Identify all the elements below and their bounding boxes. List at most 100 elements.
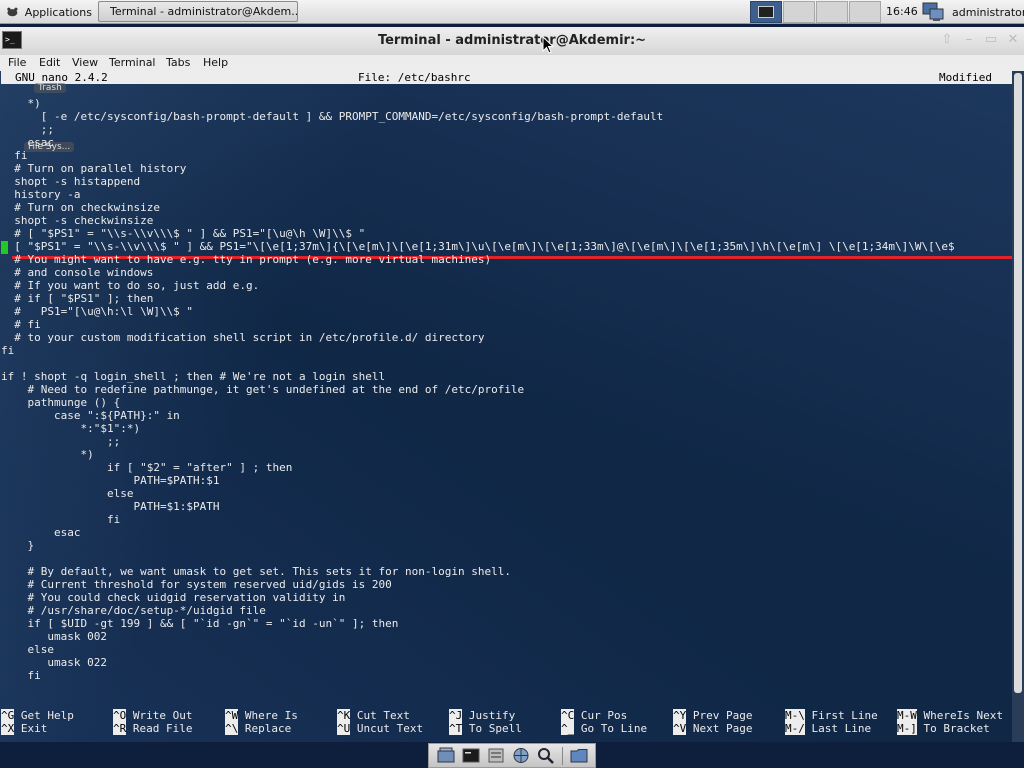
shortcut-cur-pos[interactable]: ^C Cur Pos xyxy=(561,709,627,722)
shortcut-label: Go To Line xyxy=(580,722,648,735)
shortcut-key: ^T xyxy=(449,722,463,735)
shortcut-key: ^C xyxy=(561,709,575,722)
shortcut-first-line[interactable]: M-\ First Line xyxy=(785,709,878,722)
editor-line: ;; xyxy=(1,435,121,448)
editor-line: # By default, we want umask to get set. … xyxy=(1,565,511,578)
window-minimize-button[interactable]: – xyxy=(962,33,976,47)
terminal-area[interactable]: GNU nano 2.4.2 File: /etc/bashrc Modifie… xyxy=(0,71,1024,742)
search-icon[interactable] xyxy=(537,747,555,764)
shortcut-key: M-/ xyxy=(785,722,805,735)
editor-line: pathmunge () { xyxy=(1,396,121,409)
editor-line: if [ "$2" = "after" ] ; then xyxy=(1,461,293,474)
window-shade-button[interactable]: ⇧ xyxy=(940,33,954,47)
editor-line: PATH=$PATH:$1 xyxy=(1,474,220,487)
shortcut-key: ^U xyxy=(337,722,351,735)
editor-line: # You could check uidgid reservation val… xyxy=(1,591,346,604)
editor-line: umask 002 xyxy=(1,630,107,643)
user-name: administrator xyxy=(952,5,1024,19)
shortcut-label: Read File xyxy=(132,722,193,735)
editor-line: # Turn on checkwinsize xyxy=(1,201,160,214)
scrollbar-thumb[interactable] xyxy=(1014,73,1022,693)
shortcut-prev-page[interactable]: ^Y Prev Page xyxy=(673,709,752,722)
editor-line: } xyxy=(1,539,35,552)
shortcut-key: ^G xyxy=(1,709,15,722)
shortcut-to-bracket[interactable]: M-] To Bracket xyxy=(897,722,990,735)
shortcut-key: ^O xyxy=(113,709,127,722)
applications-menu[interactable]: Applications xyxy=(2,1,92,23)
shortcut-read-file[interactable]: ^R Read File xyxy=(113,722,192,735)
bottom-dock xyxy=(428,743,596,768)
shortcut-exit[interactable]: ^X Exit xyxy=(1,722,47,735)
window-close-button[interactable]: ✕ xyxy=(1006,33,1020,47)
shortcut-key: ^V xyxy=(673,722,687,735)
shortcut-whereis-next[interactable]: M-W WhereIs Next xyxy=(897,709,1003,722)
shortcut-replace[interactable]: ^\ Replace xyxy=(225,722,291,735)
shortcut-key: ^J xyxy=(449,709,463,722)
menu-terminal[interactable]: Terminal xyxy=(109,56,156,69)
editor-line: fi xyxy=(1,149,28,162)
window-titlebar[interactable]: >_ Terminal - administrator@Akdemir:~ ⇧ … xyxy=(0,27,1024,55)
shortcut-key: ^R xyxy=(113,722,127,735)
editor-line: # [ "$PS1" = "\\s-\\v\\\$ " ] && PS1="[\… xyxy=(1,227,366,240)
editor-line: # You might want to have e.g. tty in pro… xyxy=(1,253,492,266)
clock[interactable]: 16:46 xyxy=(886,5,918,18)
shortcut-label: Uncut Text xyxy=(356,722,424,735)
shortcut-key: ^K xyxy=(337,709,351,722)
user-menu[interactable]: administrator xyxy=(922,1,1024,23)
editor-line: # PS1="[\u@\h:\l \W]\\$ " xyxy=(1,305,194,318)
shortcut-write-out[interactable]: ^O Write Out xyxy=(113,709,192,722)
file-manager-icon[interactable] xyxy=(487,747,505,764)
shortcut-key: ^W xyxy=(225,709,239,722)
shortcut-key: M-] xyxy=(897,722,917,735)
terminal-scrollbar[interactable] xyxy=(1012,71,1024,742)
shortcut-go-to-line[interactable]: ^_ Go To Line xyxy=(561,722,647,735)
editor-line: # Current threshold for system reserved … xyxy=(1,578,392,591)
desktop-trash-label[interactable]: Trash xyxy=(34,83,66,93)
xfce-mouse-icon xyxy=(7,7,18,17)
editor-line: # /usr/share/doc/setup-*/uidgid file xyxy=(1,604,266,617)
web-browser-icon[interactable] xyxy=(512,747,530,764)
folder-icon[interactable] xyxy=(570,747,588,764)
shortcut-label: Where Is xyxy=(244,709,298,722)
editor-line: *:"$1":*) xyxy=(1,422,141,435)
menu-help[interactable]: Help xyxy=(203,56,228,69)
shortcut-get-help[interactable]: ^G Get Help xyxy=(1,709,74,722)
taskbar-terminal-button[interactable]: Terminal - administrator@Akdem... xyxy=(98,1,298,22)
menu-edit[interactable]: Edit xyxy=(39,56,60,69)
mouse-pointer-icon xyxy=(542,36,554,54)
editor-line: # If you want to do so, just add e.g. xyxy=(1,279,260,292)
menu-tabs[interactable]: Tabs xyxy=(166,56,190,69)
editor-line: history -a xyxy=(1,188,81,201)
workspace-2[interactable] xyxy=(783,1,815,23)
editor-line: PATH=$1:$PATH xyxy=(1,500,220,513)
shortcut-next-page[interactable]: ^V Next Page xyxy=(673,722,752,735)
shortcut-uncut-text[interactable]: ^U Uncut Text xyxy=(337,722,423,735)
taskbar-terminal-label: Terminal - administrator@Akdem... xyxy=(110,5,298,18)
shortcut-label: To Bracket xyxy=(923,722,990,735)
workspace-3[interactable] xyxy=(816,1,848,23)
shortcut-last-line[interactable]: M-/ Last Line xyxy=(785,722,871,735)
editor-line: shopt -s histappend xyxy=(1,175,141,188)
shortcut-justify[interactable]: ^J Justify xyxy=(449,709,515,722)
shortcut-key: ^Y xyxy=(673,709,687,722)
shortcut-cut-text[interactable]: ^K Cut Text xyxy=(337,709,410,722)
nano-modified-status: Modified xyxy=(939,71,992,84)
shortcut-label: Cur Pos xyxy=(580,709,628,722)
window-title: Terminal - administrator@Akdemir:~ xyxy=(377,33,647,48)
shortcut-label: Replace xyxy=(244,722,292,735)
workspace-1[interactable] xyxy=(750,1,782,23)
menu-view[interactable]: View xyxy=(72,56,98,69)
show-desktop-icon[interactable] xyxy=(437,747,455,764)
shortcut-where-is[interactable]: ^W Where Is xyxy=(225,709,298,722)
editor-line: esac xyxy=(1,136,54,149)
shortcut-to-spell[interactable]: ^T To Spell xyxy=(449,722,522,735)
workspace-switcher[interactable] xyxy=(750,1,882,23)
editor-line: # Need to redefine pathmunge, it get's u… xyxy=(1,383,525,396)
editor-line: case ":${PATH}:" in xyxy=(1,409,180,422)
menu-file[interactable]: File xyxy=(8,56,26,69)
workspace-4[interactable] xyxy=(849,1,881,23)
editor-line: *) xyxy=(1,448,94,461)
window-maximize-button[interactable]: ▭ xyxy=(984,33,998,47)
terminal-icon[interactable] xyxy=(462,747,480,764)
editor-line: # to your custom modification shell scri… xyxy=(1,331,485,344)
